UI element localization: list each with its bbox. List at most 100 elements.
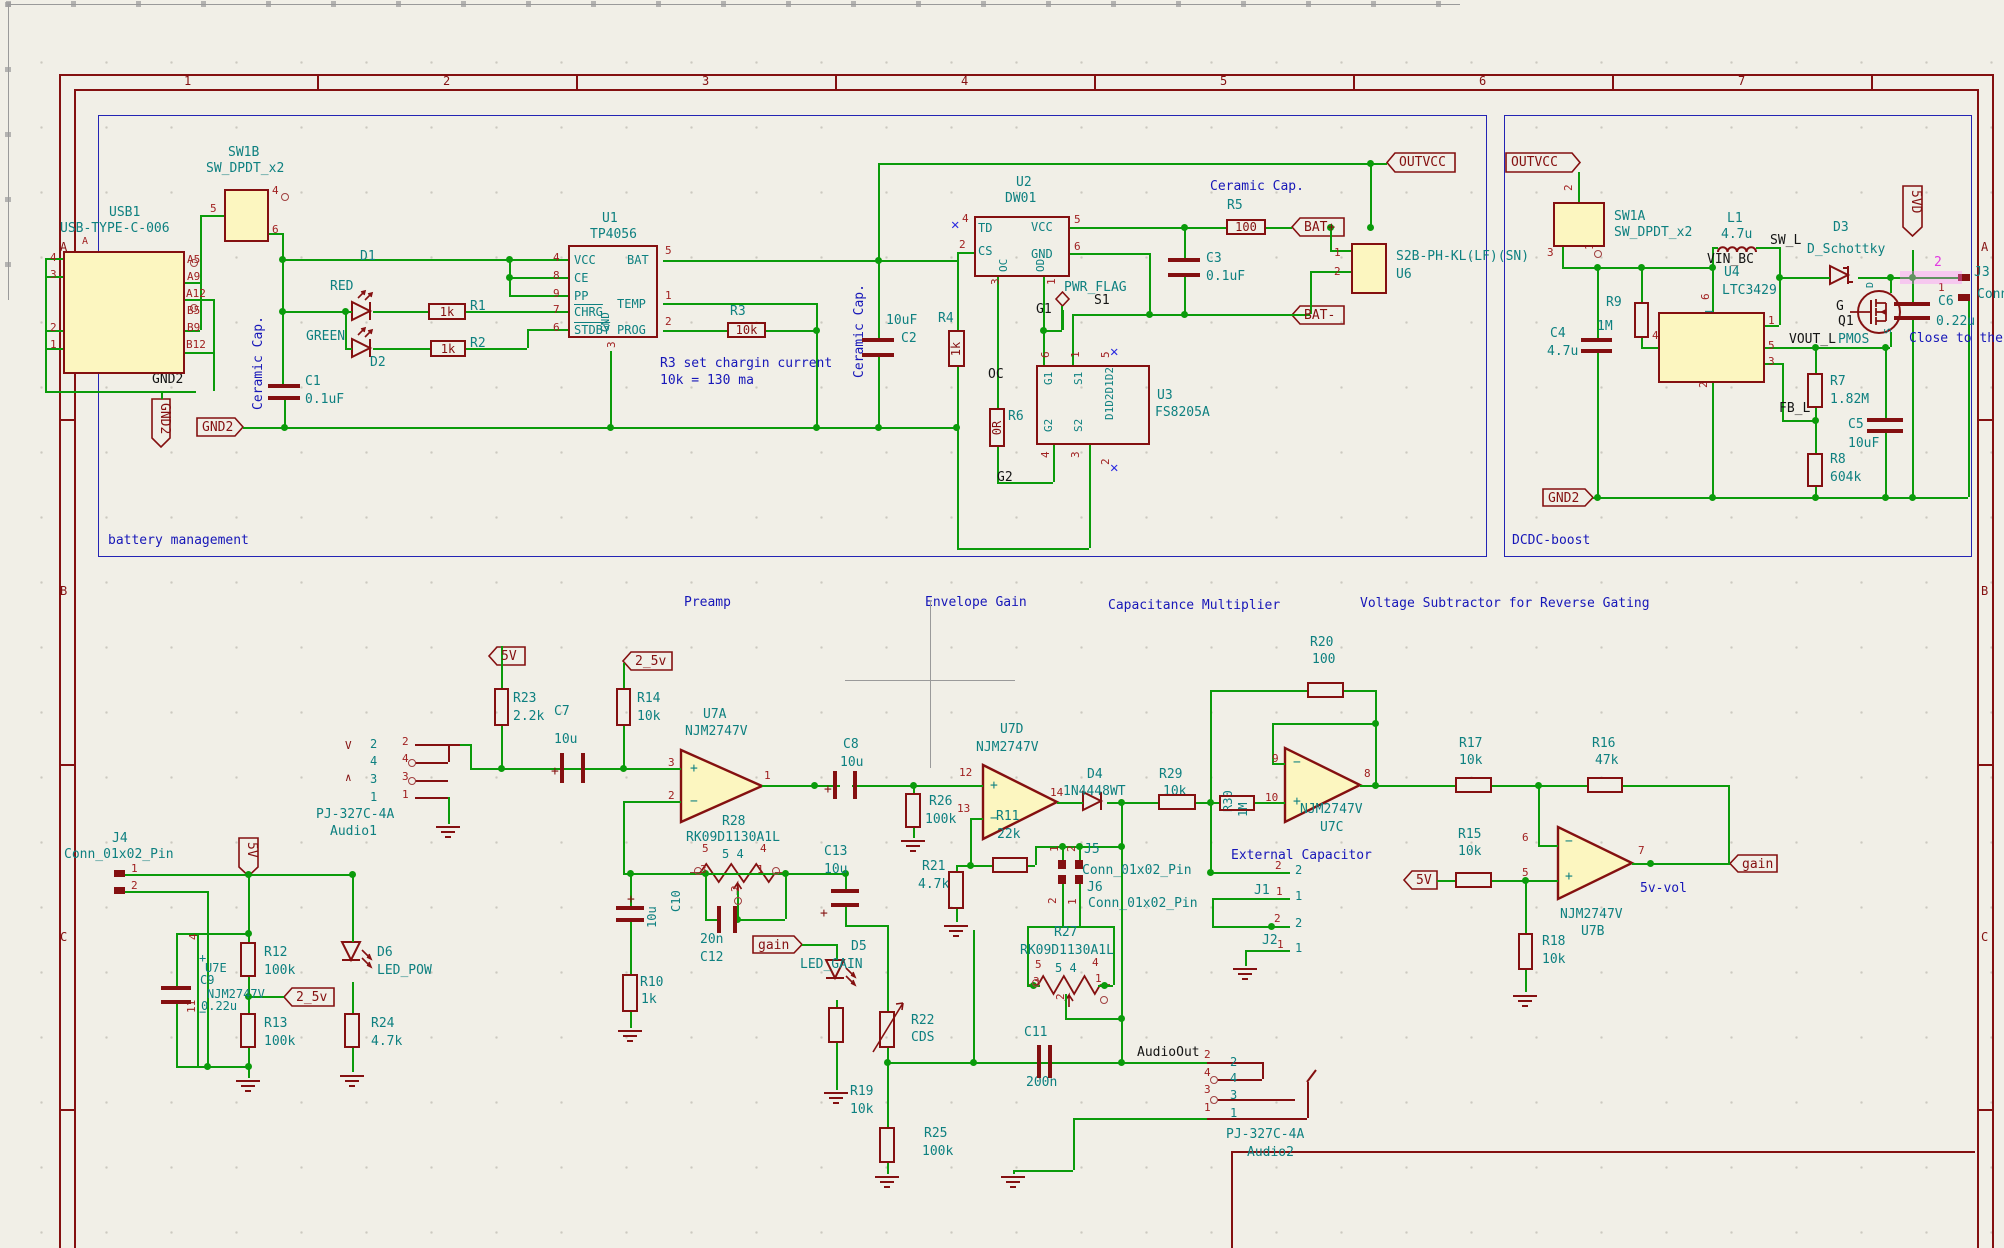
label-text[interactable]: 2 <box>1047 897 1058 904</box>
label-text[interactable]: SW_L <box>1770 234 1801 247</box>
label-text[interactable]: V <box>345 740 352 751</box>
label-text[interactable]: RED <box>330 280 353 293</box>
label-text[interactable]: R12 <box>264 946 287 959</box>
gnd-symbol[interactable] <box>340 1075 364 1087</box>
label-text[interactable]: R20 <box>1310 636 1333 649</box>
label-text[interactable]: LED_POW <box>377 964 432 977</box>
label-text[interactable]: 13 <box>957 803 970 814</box>
label-text[interactable]: R1 <box>470 300 486 313</box>
label-text[interactable]: R3 <box>730 305 746 318</box>
wire[interactable] <box>878 163 1387 165</box>
label-text[interactable]: 2 <box>1295 917 1302 929</box>
label-text[interactable]: 5v-vol <box>1640 882 1687 895</box>
wire[interactable] <box>970 818 972 865</box>
label-text[interactable]: 6 <box>1522 832 1529 843</box>
capacitor-C2[interactable] <box>862 338 894 357</box>
label-text[interactable]: U4 <box>1724 266 1740 279</box>
diode-D6[interactable] <box>342 942 360 960</box>
label-text[interactable]: Conn_01x02_Pin <box>1082 864 1192 877</box>
label-text[interactable]: 4 <box>1092 957 1099 968</box>
label-text[interactable]: 4.7k <box>371 1035 402 1048</box>
label-text[interactable]: 10k = 130 ma <box>660 374 754 387</box>
ldr-R22[interactable] <box>879 1011 895 1048</box>
label-text[interactable]: 9 <box>1272 753 1279 764</box>
wire[interactable] <box>352 1048 354 1072</box>
wire[interactable] <box>785 873 787 919</box>
label-text[interactable]: RK09D1130A1L <box>1020 944 1114 957</box>
wire[interactable] <box>1121 846 1123 1062</box>
wire[interactable] <box>623 801 625 873</box>
label-text[interactable]: 4 <box>553 252 560 263</box>
label-text[interactable]: − <box>199 1006 206 1018</box>
label-text[interactable]: 5 <box>1100 351 1111 358</box>
label-text[interactable]: Conn <box>1977 288 2004 301</box>
wire[interactable] <box>1623 785 1728 787</box>
label-text[interactable]: 4 <box>370 755 377 767</box>
wire[interactable] <box>1149 253 1151 314</box>
wire[interactable] <box>1245 950 1247 966</box>
label-text[interactable]: 1 <box>1067 898 1078 905</box>
label-text[interactable]: 7 <box>553 304 560 315</box>
wire[interactable] <box>1070 253 1149 255</box>
wire[interactable] <box>185 352 213 354</box>
label-text[interactable]: 2 <box>1934 256 1942 269</box>
label-text[interactable]: C8 <box>843 738 859 751</box>
label-text[interactable]: − <box>1293 756 1301 769</box>
pot-R27[interactable] <box>1038 976 1100 994</box>
ic-U3[interactable] <box>1036 365 1150 445</box>
label-text[interactable]: USB-TYPE-C-006 <box>60 222 170 235</box>
label-text[interactable]: 3 <box>990 278 1001 285</box>
wire[interactable] <box>1641 338 1643 347</box>
label-text[interactable]: Conn_01x02_Pin <box>64 848 174 861</box>
label-text[interactable]: 3 <box>1768 356 1775 367</box>
label-text[interactable]: SW_DPDT_x2 <box>206 162 284 175</box>
wire[interactable] <box>1525 880 1527 933</box>
gnd-symbol[interactable] <box>901 840 925 852</box>
wire[interactable] <box>176 1004 178 1066</box>
resistor-R13[interactable] <box>240 1013 256 1048</box>
wire[interactable] <box>1013 1170 1015 1174</box>
label-text[interactable]: U7B <box>1581 925 1604 938</box>
resistor-R5[interactable]: 100 <box>1226 219 1266 235</box>
label-text[interactable]: R3 set chargin current <box>660 357 832 370</box>
wire[interactable] <box>122 874 352 876</box>
wire[interactable] <box>1344 690 1375 692</box>
label-text[interactable]: G <box>1836 300 1844 313</box>
wire[interactable] <box>887 1062 889 1127</box>
capacitor-C3[interactable] <box>1168 258 1200 277</box>
wire[interactable] <box>1062 884 1064 926</box>
wire[interactable] <box>1210 872 1290 874</box>
wire[interactable] <box>1210 690 1212 802</box>
label-text[interactable]: C10 <box>670 890 682 912</box>
wire[interactable] <box>957 367 959 548</box>
wire[interactable] <box>1310 271 1351 273</box>
label-text[interactable]: 5 <box>1522 867 1529 878</box>
wire[interactable] <box>1815 420 1817 453</box>
wire[interactable] <box>1121 802 1123 846</box>
wire[interactable] <box>1210 802 1212 872</box>
ic-U2[interactable] <box>974 216 1070 277</box>
gnd-symbol[interactable] <box>1233 968 1257 980</box>
wire[interactable] <box>1089 445 1091 548</box>
wire[interactable] <box>1013 1170 1073 1172</box>
label-text[interactable]: 604k <box>1830 471 1861 484</box>
label-text[interactable]: A12 <box>186 288 206 299</box>
label-text[interactable]: R21 <box>922 860 945 873</box>
wire[interactable] <box>623 873 845 875</box>
label-text[interactable]: R2 <box>470 337 486 350</box>
label-text[interactable]: 2.2k <box>513 710 544 723</box>
wire[interactable] <box>816 303 818 330</box>
wire[interactable] <box>878 163 880 260</box>
label-text[interactable]: 100k <box>922 1145 953 1158</box>
label-text[interactable]: + <box>690 762 698 775</box>
wire[interactable] <box>345 311 347 348</box>
resistor-R25[interactable] <box>879 1127 895 1163</box>
label-text[interactable]: Envelope Gain <box>925 596 1027 609</box>
resistor-R4[interactable]: 1k <box>948 330 965 367</box>
label-text[interactable]: Ceramic Cap. <box>853 284 866 378</box>
label-text[interactable]: 22k <box>997 828 1020 841</box>
wire[interactable] <box>913 828 915 838</box>
label-text[interactable]: R8 <box>1830 453 1846 466</box>
label-text[interactable]: 3 <box>668 757 675 768</box>
resistor-R12[interactable] <box>240 942 256 977</box>
